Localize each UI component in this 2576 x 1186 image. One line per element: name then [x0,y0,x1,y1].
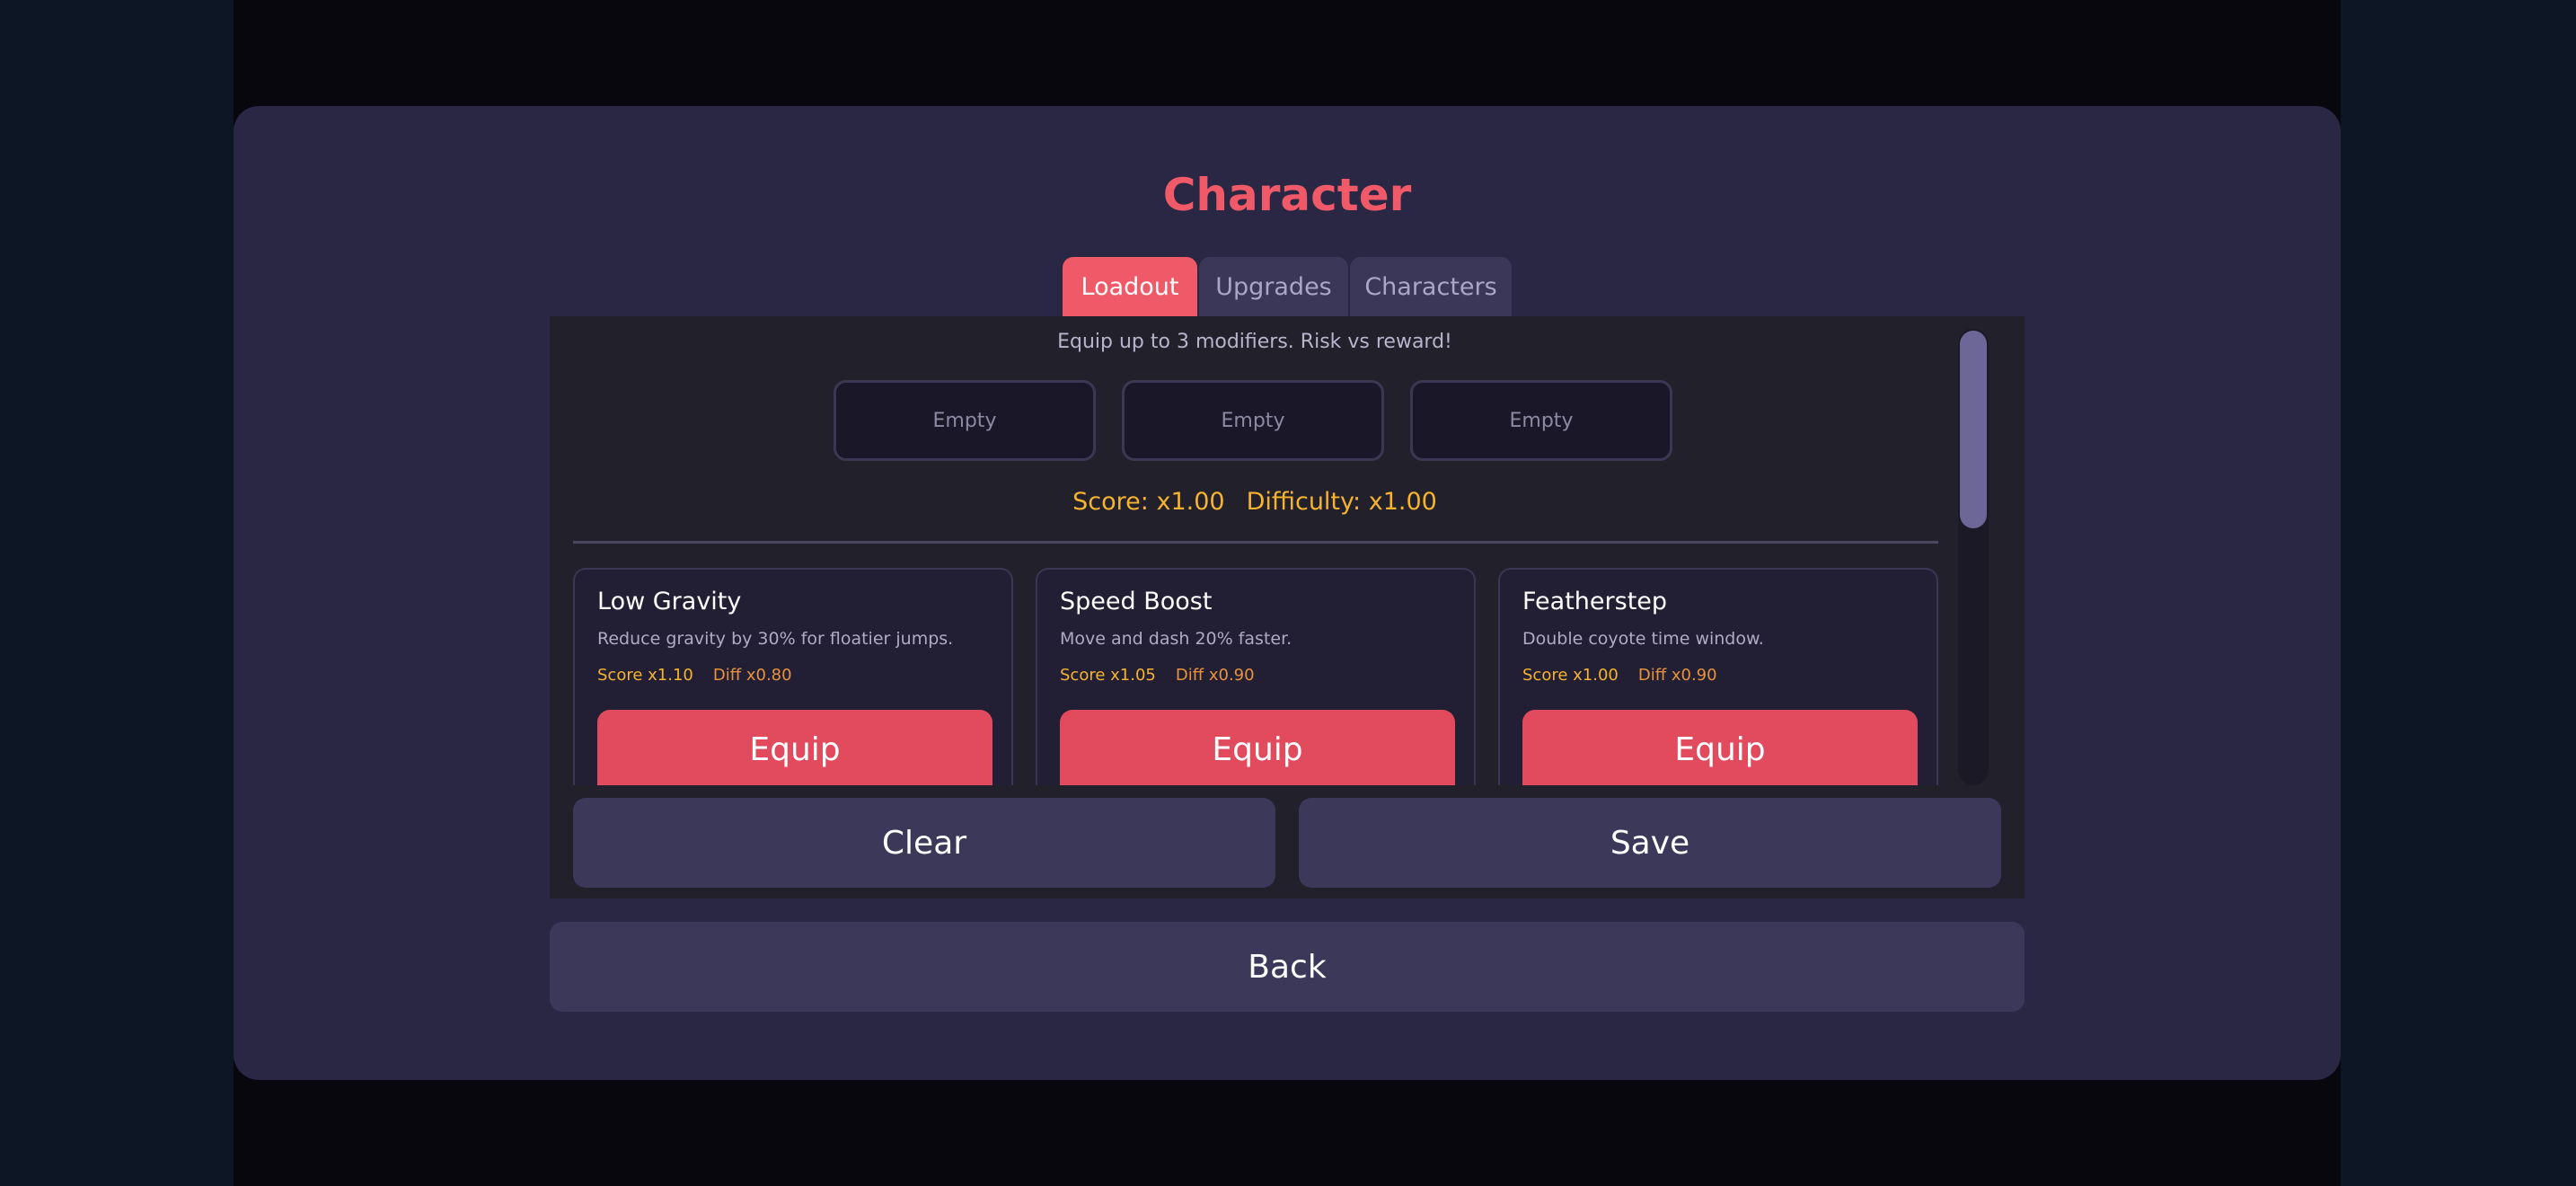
equip-button-featherstep[interactable]: Equip [1522,710,1918,785]
modifier-card-speed-boost: Speed Boost Move and dash 20% faster. Sc… [1036,568,1476,785]
modifier-name: Speed Boost [1060,588,1213,615]
modifier-diff: Diff x0.90 [1175,666,1255,685]
left-backdrop [0,0,234,1186]
equip-button-low-gravity[interactable]: Equip [597,710,992,785]
modifier-list: Low Gravity Reduce gravity by 30% for fl… [550,316,1960,785]
modifier-diff: Diff x0.90 [1637,666,1717,685]
modifier-description: Reduce gravity by 30% for floatier jumps… [597,629,954,649]
back-button[interactable]: Back [550,922,2025,1012]
modifier-score: Score x1.05 [1060,666,1156,685]
modifier-score: Score x1.10 [597,666,693,685]
modifier-card-featherstep: Featherstep Double coyote time window. S… [1498,568,1938,785]
scrollbar-thumb[interactable] [1960,331,1987,528]
modifier-name: Low Gravity [597,588,742,615]
modifier-multipliers: Score x1.00 Diff x0.90 [1522,666,1717,685]
modifier-diff: Diff x0.80 [712,666,792,685]
right-backdrop [2341,0,2576,1186]
tab-characters[interactable]: Characters [1350,257,1512,316]
loadout-body: Equip up to 3 modifiers. Risk vs reward!… [550,316,2025,898]
modifier-description: Double coyote time window. [1522,629,1764,649]
modifier-score: Score x1.00 [1522,666,1619,685]
panel-title: Character [1162,169,1412,221]
modifier-name: Featherstep [1522,588,1668,615]
save-button[interactable]: Save [1299,798,2001,888]
tab-upgrades[interactable]: Upgrades [1199,257,1348,316]
modifier-multipliers: Score x1.05 Diff x0.90 [1060,666,1255,685]
equip-button-speed-boost[interactable]: Equip [1060,710,1455,785]
modifier-multipliers: Score x1.10 Diff x0.80 [597,666,792,685]
clear-button[interactable]: Clear [573,798,1275,888]
tab-loadout[interactable]: Loadout [1063,257,1197,316]
modifier-card-low-gravity: Low Gravity Reduce gravity by 30% for fl… [573,568,1013,785]
tab-bar: Loadout Upgrades Characters [1063,257,1512,316]
modifier-description: Move and dash 20% faster. [1060,629,1292,649]
